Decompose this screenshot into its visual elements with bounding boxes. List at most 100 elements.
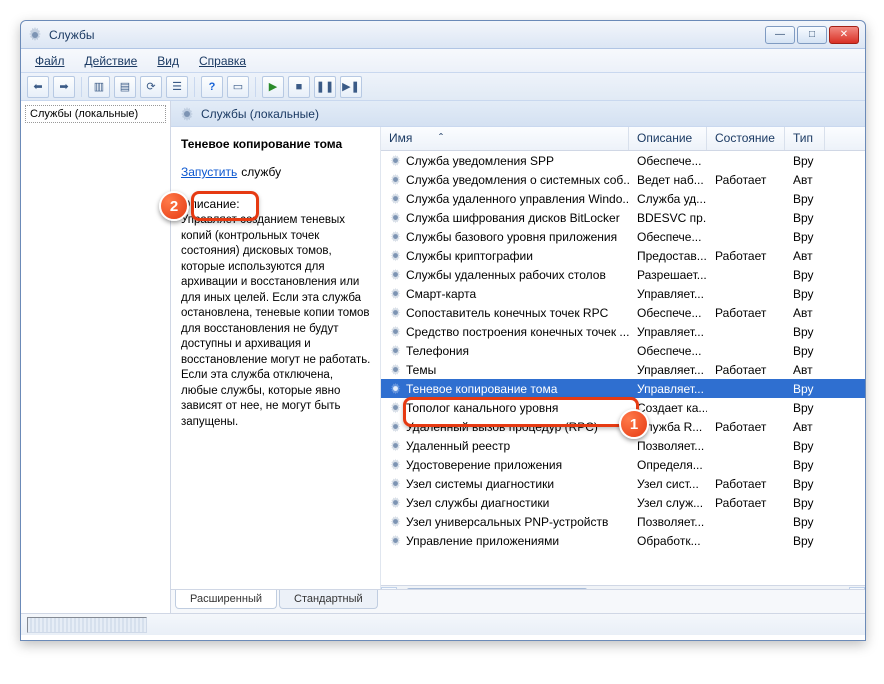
back-button[interactable]: ⬅ (27, 76, 49, 98)
gear-icon (389, 211, 402, 224)
service-row[interactable]: Служба уведомления о системных соб...Вед… (381, 170, 865, 189)
service-row[interactable]: Сопоставитель конечных точек RPCОбеспече… (381, 303, 865, 322)
menu-view[interactable]: Вид (149, 51, 187, 71)
menu-help[interactable]: Справка (191, 51, 254, 71)
cell-name: Удостоверение приложения (381, 458, 629, 472)
cell-name: Телефония (381, 344, 629, 358)
service-row[interactable]: Удаленный реестрПозволяет...Вру (381, 436, 865, 455)
description-heading: Описание: (181, 197, 372, 211)
tab-extended[interactable]: Расширенный (175, 590, 277, 609)
service-row[interactable]: Узел службы диагностикиУзел служ...Работ… (381, 493, 865, 512)
cell-name: Тополог канального уровня (381, 401, 629, 415)
start-service-link[interactable]: Запустить (181, 165, 237, 179)
window-title: Службы (49, 28, 765, 42)
service-row[interactable]: Узел системы диагностикиУзел сист...Рабо… (381, 474, 865, 493)
cell-name: Управление приложениями (381, 534, 629, 548)
close-button[interactable]: ✕ (829, 26, 859, 44)
restart-button[interactable]: ▶❚ (340, 76, 362, 98)
cell-name: Узел универсальных PNP-устройств (381, 515, 629, 529)
stop-button[interactable]: ■ (288, 76, 310, 98)
properties-button[interactable]: ☰ (166, 76, 188, 98)
cell-type: Вру (785, 154, 825, 168)
service-row[interactable]: Смарт-картаУправляет...Вру (381, 284, 865, 303)
horizontal-scrollbar[interactable]: ◀ ▶ (381, 585, 865, 589)
cell-name: Удаленный реестр (381, 439, 629, 453)
gear-icon (389, 192, 402, 205)
col-type[interactable]: Тип (785, 127, 825, 150)
cell-state: Работает (707, 173, 785, 187)
gear-icon (389, 154, 402, 167)
forward-button[interactable]: ➡ (53, 76, 75, 98)
cell-name: Узел системы диагностики (381, 477, 629, 491)
list-header: Имя ˆ Описание Состояние Тип (381, 127, 865, 151)
menu-file[interactable]: Файл (27, 51, 73, 71)
cell-name: Службы криптографии (381, 249, 629, 263)
tab-standard[interactable]: Стандартный (279, 590, 378, 609)
services-window: Службы — □ ✕ Файл Действие Вид Справка ⬅… (20, 20, 866, 641)
service-row[interactable]: Удаленный вызов процедур (RPC)Служба R..… (381, 417, 865, 436)
tree-root-item[interactable]: Службы (локальные) (25, 105, 166, 123)
service-row[interactable]: ТелефонияОбеспече...Вру (381, 341, 865, 360)
gear-icon (389, 230, 402, 243)
service-row[interactable]: Управление приложениямиОбработк...Вру (381, 531, 865, 550)
gear-icon (389, 515, 402, 528)
tree-pane[interactable]: Службы (локальные) (21, 101, 171, 613)
cell-desc: Позволяет... (629, 515, 707, 529)
gear-icon (389, 363, 402, 376)
action-row: Запустить службу (181, 165, 372, 179)
service-row[interactable]: Служба уведомления SPPОбеспече...Вру (381, 151, 865, 170)
service-row[interactable]: Узел универсальных PNP-устройствПозволяе… (381, 512, 865, 531)
titlebar[interactable]: Службы — □ ✕ (21, 21, 865, 49)
cell-type: Авт (785, 306, 825, 320)
col-name[interactable]: Имя ˆ (381, 127, 629, 150)
pause-button[interactable]: ❚❚ (314, 76, 336, 98)
selection-button[interactable]: ▭ (227, 76, 249, 98)
scroll-right-button[interactable]: ▶ (849, 587, 865, 590)
service-row[interactable]: Служба шифрования дисков BitLockerBDESVC… (381, 208, 865, 227)
service-row[interactable]: Удостоверение приложенияОпределя...Вру (381, 455, 865, 474)
cell-name: Служба шифрования дисков BitLocker (381, 211, 629, 225)
scroll-thumb[interactable] (407, 588, 587, 590)
service-row[interactable]: ТемыУправляет...РаботаетАвт (381, 360, 865, 379)
cell-type: Вру (785, 211, 825, 225)
service-row[interactable]: Тополог канального уровняСоздает ка...Вр… (381, 398, 865, 417)
cell-desc: Разрешает... (629, 268, 707, 282)
action-suffix-text: службу (241, 165, 281, 179)
cell-type: Авт (785, 173, 825, 187)
scroll-left-button[interactable]: ◀ (381, 587, 397, 590)
cell-desc: Обеспече... (629, 306, 707, 320)
menu-action[interactable]: Действие (77, 51, 146, 71)
cell-type: Вру (785, 192, 825, 206)
scroll-track[interactable] (397, 587, 849, 590)
cell-name: Теневое копирование тома (381, 382, 629, 396)
cell-desc: Управляет... (629, 363, 707, 377)
cell-name: Службы базового уровня приложения (381, 230, 629, 244)
cell-desc: Создает ка... (629, 401, 707, 415)
minimize-button[interactable]: — (765, 26, 795, 44)
service-row[interactable]: Средство построения конечных точек ...Уп… (381, 322, 865, 341)
cell-name: Служба уведомления о системных соб... (381, 173, 629, 187)
service-row[interactable]: Служба удаленного управления Windo...Слу… (381, 189, 865, 208)
service-row[interactable]: Службы криптографииПредостав...РаботаетА… (381, 246, 865, 265)
service-row[interactable]: Службы удаленных рабочих столовРазрешает… (381, 265, 865, 284)
maximize-button[interactable]: □ (797, 26, 827, 44)
right-pane: Службы (локальные) Теневое копирование т… (171, 101, 865, 613)
description-text: Управляет созданием теневых копий (контр… (181, 213, 372, 430)
start-button[interactable]: ▶ (262, 76, 284, 98)
menubar: Файл Действие Вид Справка (21, 49, 865, 73)
refresh-button[interactable]: ⟳ (140, 76, 162, 98)
cell-state: Работает (707, 477, 785, 491)
gear-icon (389, 439, 402, 452)
help-button[interactable]: ? (201, 76, 223, 98)
cell-desc: Узел служ... (629, 496, 707, 510)
cell-type: Вру (785, 496, 825, 510)
col-desc[interactable]: Описание (629, 127, 707, 150)
col-state[interactable]: Состояние (707, 127, 785, 150)
service-row[interactable]: Службы базового уровня приложенияОбеспеч… (381, 227, 865, 246)
show-hide-tree-button[interactable]: ▥ (88, 76, 110, 98)
cell-type: Вру (785, 439, 825, 453)
service-row[interactable]: Теневое копирование томаУправляет...Вру (381, 379, 865, 398)
list-body[interactable]: Служба уведомления SPPОбеспече...ВруСлуж… (381, 151, 865, 585)
cell-desc: Обработк... (629, 534, 707, 548)
export-list-button[interactable]: ▤ (114, 76, 136, 98)
